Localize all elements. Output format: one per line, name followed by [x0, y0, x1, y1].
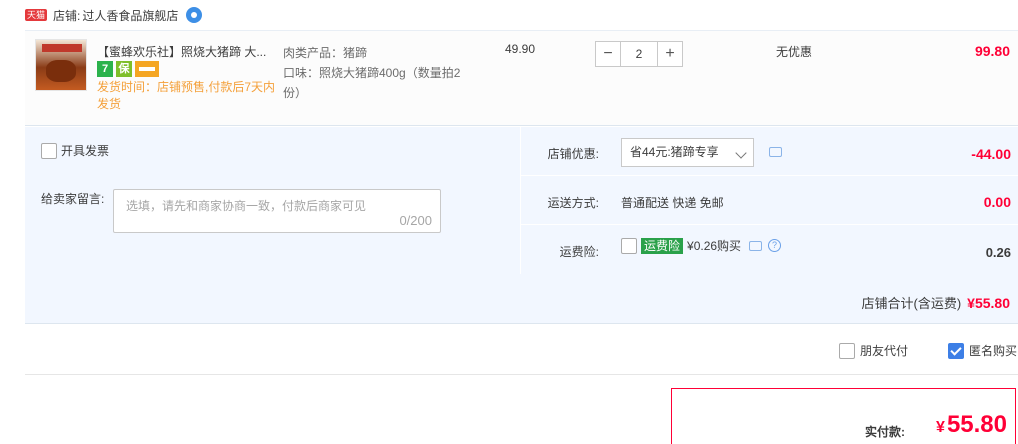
insurance-checkbox[interactable] [621, 237, 637, 254]
message-textarea[interactable]: 选填，请先和商家协商一致，付款后商家可见 0/200 [113, 189, 441, 233]
friend-pay-checkbox[interactable] [839, 342, 855, 359]
promo-text: 无优惠 [776, 45, 813, 59]
sku-info: 肉类产品：猪蹄 口味：照烧大猪蹄400g（数量拍2份） [283, 43, 468, 103]
shipping-fee: 0.00 [983, 194, 1011, 210]
insurance-row: 运费险: 运费险 ¥0.26购买 ? 0.26 [521, 225, 1018, 274]
service-icons: 7 保 [97, 61, 159, 77]
right-options: 店铺优惠: 省44元:猪蹄专享 -44.00 运送方式: 普通配送 快递 免邮 … [520, 127, 1018, 274]
payment-options: 朋友代付 匿名购买 [25, 325, 1018, 375]
pay-summary-box: 实付款: ¥55.80 [671, 388, 1016, 444]
shipping-method: 普通配送 快递 免邮 [621, 196, 724, 210]
order-options-panel: 开具发票 给卖家留言: 选填，请先和商家协商一致，付款后商家可见 0/200 店… [25, 127, 1018, 324]
store-total: 店铺合计(含运费) ¥55.80 [862, 293, 1011, 312]
anonymous-checkbox[interactable] [948, 342, 964, 359]
pay-value: 55.80 [946, 411, 1007, 438]
coupon-row: 店铺优惠: 省44元:猪蹄专享 -44.00 [521, 127, 1018, 176]
anonymous-option[interactable]: 匿名购买 [948, 342, 1017, 359]
insurance-tag: 运费险 [641, 237, 684, 254]
shipping-row: 运送方式: 普通配送 快递 免邮 0.00 [521, 176, 1018, 225]
decrease-button[interactable]: − [595, 41, 621, 67]
anonymous-label: 匿名购买 [969, 344, 1018, 358]
pay-label: 实付款: [865, 425, 905, 439]
shipping-time-note: 发货时间：店铺预售,付款后7天内发货 [97, 80, 276, 111]
sku-line-flavor: 口味：照烧大猪蹄400g（数量拍2份） [283, 66, 461, 100]
coupon-select[interactable]: 省44元:猪蹄专享 [621, 138, 754, 167]
credit-card-icon[interactable] [135, 61, 159, 77]
shop-header: 天猫 店铺: 过人香食品旗舰店 [0, 0, 1018, 30]
sku-line-meat: 肉类产品：猪蹄 [283, 46, 368, 60]
seven-day-return-icon[interactable]: 7 [97, 61, 113, 77]
unit-price: 49.90 [505, 42, 536, 56]
invoice-checkbox[interactable] [41, 142, 57, 159]
friend-pay-label: 朋友代付 [860, 344, 909, 358]
left-options: 开具发票 给卖家留言: 选填，请先和商家协商一致，付款后商家可见 0/200 [25, 127, 520, 274]
item-subtotal: 99.80 [974, 43, 1010, 59]
comment-icon[interactable] [769, 147, 782, 157]
insurance-option[interactable]: 运费险 ¥0.26购买 ? [621, 237, 782, 254]
shop-label: 店铺: [53, 8, 81, 23]
insurance-label: 运费险: [559, 245, 599, 259]
quantity-input[interactable]: 2 [621, 41, 657, 67]
message-placeholder: 选填，请先和商家协商一致，付款后商家可见 [126, 199, 367, 213]
product-thumbnail[interactable] [35, 39, 87, 91]
invoice-option[interactable]: 开具发票 [41, 142, 109, 159]
tmall-badge: 天猫 [25, 9, 48, 21]
product-title-link[interactable]: 【蜜蜂欢乐社】照烧大猪蹄 大... [97, 43, 277, 60]
message-char-count: 0/200 [399, 213, 432, 228]
coupon-discount: -44.00 [971, 146, 1011, 162]
chevron-down-icon [735, 147, 747, 159]
help-icon[interactable]: ? [768, 239, 782, 252]
quantity-stepper: − 2 + [595, 41, 683, 67]
insurance-fee: 0.26 [985, 245, 1011, 260]
shop-name-link[interactable]: 过人香食品旗舰店 [82, 7, 178, 24]
invoice-label: 开具发票 [61, 144, 110, 158]
store-total-label: 店铺合计(含运费) [861, 296, 962, 311]
message-label: 给卖家留言: [41, 192, 105, 206]
pay-amount: ¥55.80 [936, 411, 1007, 439]
store-total-value: ¥55.80 [967, 295, 1010, 311]
pay-currency: ¥ [936, 419, 945, 436]
friend-pay-option[interactable]: 朋友代付 [839, 342, 908, 359]
coupon-label: 店铺优惠: [547, 147, 599, 161]
cart-item-row: 【蜜蜂欢乐社】照烧大猪蹄 大... 7 保 发货时间：店铺预售,付款后7天内发货… [25, 30, 1018, 126]
wangwang-chat-icon[interactable] [186, 7, 203, 23]
guarantee-icon[interactable]: 保 [116, 61, 132, 77]
insurance-price: ¥0.26购买 [687, 239, 742, 253]
increase-button[interactable]: + [657, 41, 683, 67]
comment-icon[interactable] [749, 240, 763, 251]
coupon-value: 省44元:猪蹄专享 [630, 145, 719, 159]
shipping-label: 运送方式: [547, 196, 599, 210]
